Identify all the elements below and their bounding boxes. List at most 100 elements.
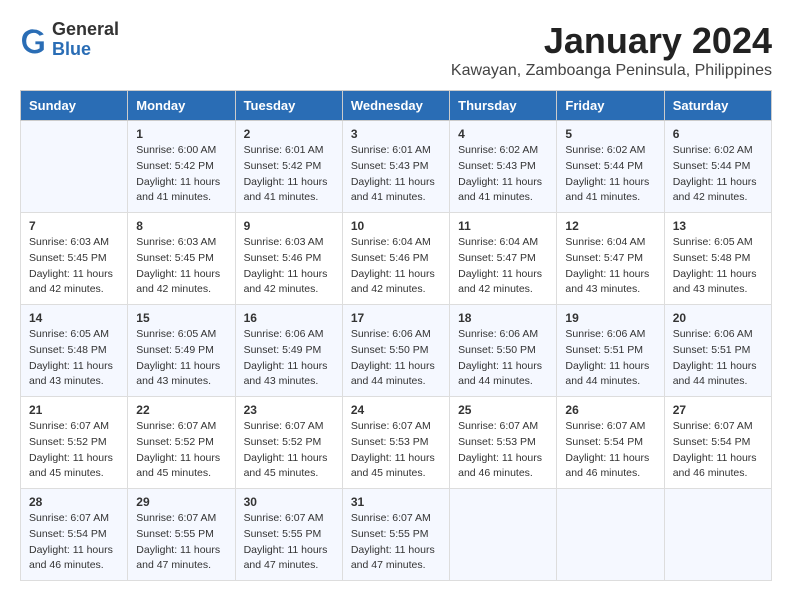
day-number: 4 [458, 127, 548, 141]
day-info: Sunrise: 6:01 AM Sunset: 5:43 PM Dayligh… [351, 143, 441, 206]
day-info: Sunrise: 6:07 AM Sunset: 5:54 PM Dayligh… [673, 419, 763, 482]
day-info: Sunrise: 6:00 AM Sunset: 5:42 PM Dayligh… [136, 143, 226, 206]
day-number: 28 [29, 495, 119, 509]
day-info: Sunrise: 6:02 AM Sunset: 5:44 PM Dayligh… [673, 143, 763, 206]
day-info: Sunrise: 6:07 AM Sunset: 5:53 PM Dayligh… [351, 419, 441, 482]
calendar-cell: 18Sunrise: 6:06 AM Sunset: 5:50 PM Dayli… [450, 305, 557, 397]
day-info: Sunrise: 6:04 AM Sunset: 5:47 PM Dayligh… [565, 235, 655, 298]
day-number: 11 [458, 219, 548, 233]
day-number: 1 [136, 127, 226, 141]
calendar-cell: 30Sunrise: 6:07 AM Sunset: 5:55 PM Dayli… [235, 489, 342, 581]
day-number: 7 [29, 219, 119, 233]
calendar-cell [21, 121, 128, 213]
calendar-cell: 17 Sunrise: 6:06 AM Sunset: 5:50 PM Dayli… [342, 305, 449, 397]
day-number: 2 [244, 127, 334, 141]
day-number: 3 [351, 127, 441, 141]
calendar-cell: 25 Sunrise: 6:07 AM Sunset: 5:53 PM Dayli… [450, 397, 557, 489]
day-number: 17 [351, 311, 441, 325]
day-info: Sunrise: 6:06 AM Sunset: 5:50 PM Dayligh… [351, 327, 441, 390]
calendar-cell: 5 Sunrise: 6:02 AM Sunset: 5:44 PM Daylig… [557, 121, 664, 213]
header-day-tuesday: Tuesday [235, 91, 342, 121]
header-day-sunday: Sunday [21, 91, 128, 121]
logo: General Blue [20, 20, 119, 60]
day-info: Sunrise: 6:07 AM Sunset: 5:52 PM Dayligh… [136, 419, 226, 482]
calendar-cell: 4 Sunrise: 6:02 AM Sunset: 5:43 PM Daylig… [450, 121, 557, 213]
calendar-cell: 3 Sunrise: 6:01 AM Sunset: 5:43 PM Daylig… [342, 121, 449, 213]
calendar-header: SundayMondayTuesdayWednesdayThursdayFrid… [21, 91, 772, 121]
calendar-cell: 7 Sunrise: 6:03 AM Sunset: 5:45 PM Daylig… [21, 213, 128, 305]
calendar-cell: 26 Sunrise: 6:07 AM Sunset: 5:54 PM Dayli… [557, 397, 664, 489]
day-number: 18 [458, 311, 548, 325]
title-block: January 2024 Kawayan, Zamboanga Peninsul… [451, 20, 772, 80]
day-number: 21 [29, 403, 119, 417]
month-title: January 2024 [451, 20, 772, 62]
location-title: Kawayan, Zamboanga Peninsula, Philippine… [451, 62, 772, 80]
calendar-cell: 24 Sunrise: 6:07 AM Sunset: 5:53 PM Dayli… [342, 397, 449, 489]
day-number: 19 [565, 311, 655, 325]
day-info: Sunrise: 6:07 AM Sunset: 5:52 PM Dayligh… [29, 419, 119, 482]
day-info: Sunrise: 6:03 AM Sunset: 5:46 PM Dayligh… [244, 235, 334, 298]
calendar-cell: 10 Sunrise: 6:04 AM Sunset: 5:46 PM Dayli… [342, 213, 449, 305]
day-info: Sunrise: 6:02 AM Sunset: 5:44 PM Dayligh… [565, 143, 655, 206]
calendar-cell: 28 Sunrise: 6:07 AM Sunset: 5:54 PM Dayli… [21, 489, 128, 581]
day-number: 22 [136, 403, 226, 417]
calendar-cell: 9 Sunrise: 6:03 AM Sunset: 5:46 PM Daylig… [235, 213, 342, 305]
calendar-cell: 23Sunrise: 6:07 AM Sunset: 5:52 PM Dayli… [235, 397, 342, 489]
calendar-cell: 12Sunrise: 6:04 AM Sunset: 5:47 PM Dayli… [557, 213, 664, 305]
header-row: SundayMondayTuesdayWednesdayThursdayFrid… [21, 91, 772, 121]
day-number: 16 [244, 311, 334, 325]
calendar-cell: 2 Sunrise: 6:01 AM Sunset: 5:42 PM Daylig… [235, 121, 342, 213]
calendar-cell [557, 489, 664, 581]
day-info: Sunrise: 6:06 AM Sunset: 5:51 PM Dayligh… [673, 327, 763, 390]
calendar-cell: 29 Sunrise: 6:07 AM Sunset: 5:55 PM Dayli… [128, 489, 235, 581]
day-number: 30 [244, 495, 334, 509]
day-info: Sunrise: 6:04 AM Sunset: 5:47 PM Dayligh… [458, 235, 548, 298]
week-row-4: 28 Sunrise: 6:07 AM Sunset: 5:54 PM Dayli… [21, 489, 772, 581]
header-day-saturday: Saturday [664, 91, 771, 121]
day-number: 29 [136, 495, 226, 509]
calendar-cell: 14 Sunrise: 6:05 AM Sunset: 5:48 PM Dayli… [21, 305, 128, 397]
week-row-1: 7 Sunrise: 6:03 AM Sunset: 5:45 PM Daylig… [21, 213, 772, 305]
day-number: 10 [351, 219, 441, 233]
header-day-friday: Friday [557, 91, 664, 121]
header-day-thursday: Thursday [450, 91, 557, 121]
calendar-cell: 1 Sunrise: 6:00 AM Sunset: 5:42 PM Daylig… [128, 121, 235, 213]
day-number: 9 [244, 219, 334, 233]
logo-text: General Blue [52, 20, 119, 60]
day-info: Sunrise: 6:07 AM Sunset: 5:52 PM Dayligh… [244, 419, 334, 482]
day-info: Sunrise: 6:05 AM Sunset: 5:49 PM Dayligh… [136, 327, 226, 390]
day-number: 24 [351, 403, 441, 417]
calendar-cell [664, 489, 771, 581]
calendar-cell: 8Sunrise: 6:03 AM Sunset: 5:45 PM Daylig… [128, 213, 235, 305]
page-header: General Blue January 2024 Kawayan, Zambo… [20, 20, 772, 80]
calendar-cell: 27Sunrise: 6:07 AM Sunset: 5:54 PM Dayli… [664, 397, 771, 489]
day-info: Sunrise: 6:02 AM Sunset: 5:43 PM Dayligh… [458, 143, 548, 206]
day-info: Sunrise: 6:07 AM Sunset: 5:54 PM Dayligh… [29, 511, 119, 574]
day-number: 13 [673, 219, 763, 233]
day-number: 14 [29, 311, 119, 325]
calendar-cell: 31Sunrise: 6:07 AM Sunset: 5:55 PM Dayli… [342, 489, 449, 581]
calendar-cell: 21 Sunrise: 6:07 AM Sunset: 5:52 PM Dayli… [21, 397, 128, 489]
day-info: Sunrise: 6:03 AM Sunset: 5:45 PM Dayligh… [29, 235, 119, 298]
day-info: Sunrise: 6:01 AM Sunset: 5:42 PM Dayligh… [244, 143, 334, 206]
day-info: Sunrise: 6:07 AM Sunset: 5:53 PM Dayligh… [458, 419, 548, 482]
day-info: Sunrise: 6:07 AM Sunset: 5:55 PM Dayligh… [136, 511, 226, 574]
day-number: 5 [565, 127, 655, 141]
day-number: 25 [458, 403, 548, 417]
logo-blue-text: Blue [52, 40, 119, 60]
calendar-cell: 15 Sunrise: 6:05 AM Sunset: 5:49 PM Dayli… [128, 305, 235, 397]
day-info: Sunrise: 6:05 AM Sunset: 5:48 PM Dayligh… [29, 327, 119, 390]
header-day-monday: Monday [128, 91, 235, 121]
day-number: 15 [136, 311, 226, 325]
day-info: Sunrise: 6:06 AM Sunset: 5:51 PM Dayligh… [565, 327, 655, 390]
week-row-2: 14 Sunrise: 6:05 AM Sunset: 5:48 PM Dayli… [21, 305, 772, 397]
calendar-cell: 16Sunrise: 6:06 AM Sunset: 5:49 PM Dayli… [235, 305, 342, 397]
day-info: Sunrise: 6:07 AM Sunset: 5:55 PM Dayligh… [351, 511, 441, 574]
day-number: 6 [673, 127, 763, 141]
day-info: Sunrise: 6:04 AM Sunset: 5:46 PM Dayligh… [351, 235, 441, 298]
calendar-cell: 6 Sunrise: 6:02 AM Sunset: 5:44 PM Daylig… [664, 121, 771, 213]
day-info: Sunrise: 6:07 AM Sunset: 5:54 PM Dayligh… [565, 419, 655, 482]
day-info: Sunrise: 6:03 AM Sunset: 5:45 PM Dayligh… [136, 235, 226, 298]
day-number: 26 [565, 403, 655, 417]
calendar-cell: 19 Sunrise: 6:06 AM Sunset: 5:51 PM Dayli… [557, 305, 664, 397]
